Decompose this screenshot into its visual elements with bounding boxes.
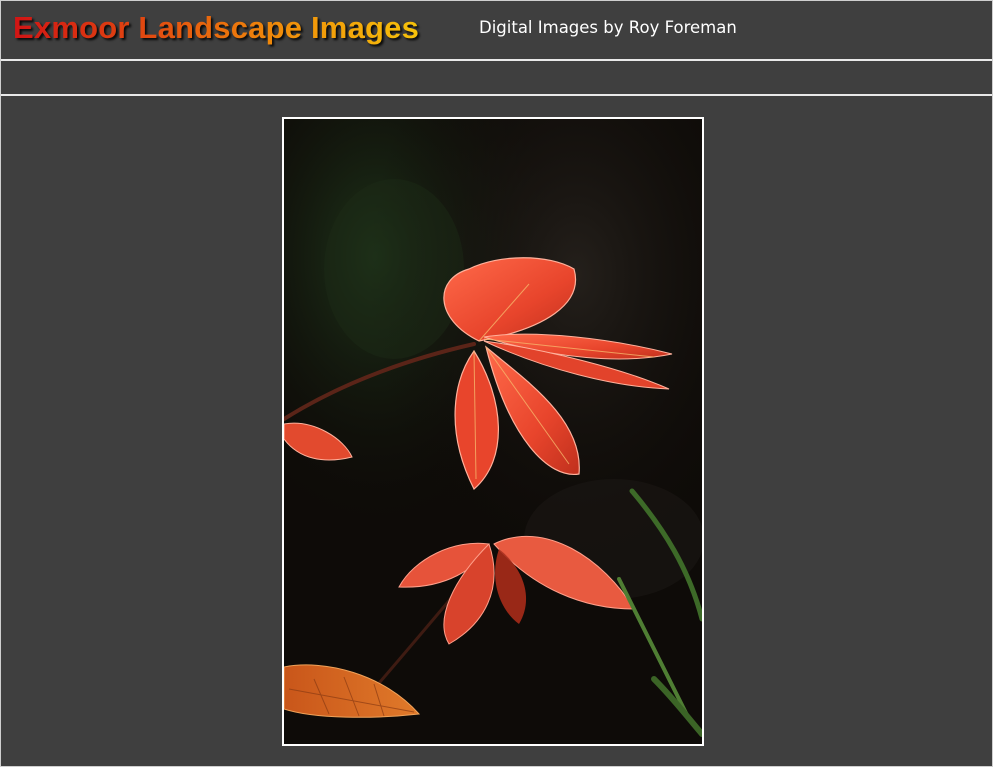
nav-bar — [1, 61, 992, 96]
site-header: Exmoor Landscape Images Digital Images b… — [1, 1, 992, 61]
site-subtitle: Digital Images by Roy Foreman — [479, 18, 737, 37]
photo-frame — [282, 117, 704, 746]
page: Exmoor Landscape Images Digital Images b… — [0, 0, 993, 767]
bokeh-spot — [324, 179, 464, 359]
site-title[interactable]: Exmoor Landscape Images — [13, 10, 419, 46]
leaf-photo[interactable] — [284, 119, 702, 744]
